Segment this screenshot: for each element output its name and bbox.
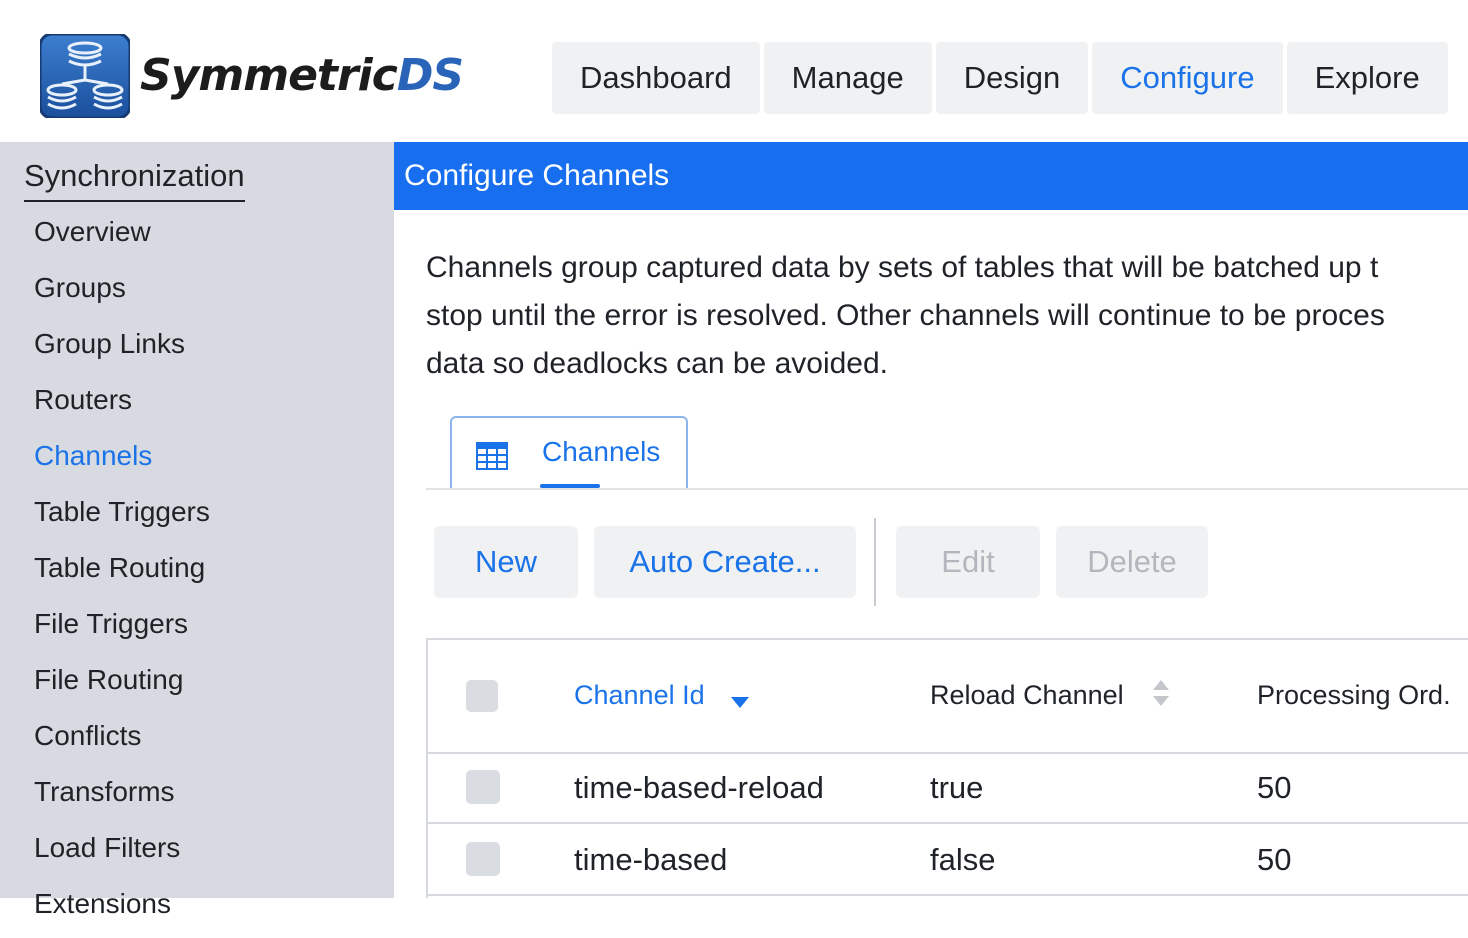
table-row[interactable]: time-based false 50	[428, 824, 1468, 896]
sidebar-item-groups[interactable]: Groups	[34, 266, 210, 322]
tab-configure[interactable]: Configure	[1092, 42, 1283, 114]
sidebar-item-file-triggers[interactable]: File Triggers	[34, 602, 210, 658]
row-checkbox[interactable]	[466, 770, 500, 804]
sidebar-section-title: Synchronization	[24, 156, 245, 202]
new-button[interactable]: New	[434, 526, 578, 598]
tab-explore[interactable]: Explore	[1286, 42, 1448, 114]
tab-design[interactable]: Design	[935, 42, 1089, 114]
column-header-label: Processing Ord.	[1257, 680, 1451, 710]
app-header: SymmetricDS Dashboard Manage Design Conf…	[0, 0, 1468, 142]
sidebar-item-channels[interactable]: Channels	[34, 434, 210, 490]
column-header-label: Reload Channel	[930, 680, 1124, 710]
tab-dashboard[interactable]: Dashboard	[552, 42, 760, 114]
table-header: Channel Id Reload Channel Processing Ord…	[428, 640, 1468, 754]
tab-manage[interactable]: Manage	[763, 42, 932, 114]
column-header-reload-channel[interactable]: Reload Channel	[930, 680, 1124, 711]
column-header-processing-order[interactable]: Processing Ord.	[1257, 680, 1451, 711]
brand-name-part1: Symmetric	[140, 50, 398, 101]
brand-name-part2: DS	[396, 50, 464, 101]
sort-unsorted-icon	[1153, 680, 1169, 706]
select-all-checkbox[interactable]	[466, 680, 498, 712]
delete-button[interactable]: Delete	[1056, 526, 1208, 598]
toolbar-divider	[874, 518, 876, 606]
description-line: data so deadlocks can be avoided.	[426, 347, 888, 380]
sidebar-menu: Overview Groups Group Links Routers Chan…	[34, 210, 210, 938]
sidebar-item-overview[interactable]: Overview	[34, 210, 210, 266]
description-line: Channels group captured data by sets of …	[426, 251, 1379, 284]
sidebar-item-routers[interactable]: Routers	[34, 378, 210, 434]
sub-tab-bar: Channels	[426, 416, 1468, 490]
sidebar: Synchronization Overview Groups Group Li…	[0, 142, 394, 919]
channels-table: Channel Id Reload Channel Processing Ord…	[426, 638, 1468, 898]
sidebar-item-transforms[interactable]: Transforms	[34, 770, 210, 826]
auto-create-button[interactable]: Auto Create...	[594, 526, 856, 598]
sidebar-item-load-filters[interactable]: Load Filters	[34, 826, 210, 882]
column-header-label: Channel Id	[574, 680, 705, 710]
sidebar-item-table-triggers[interactable]: Table Triggers	[34, 490, 210, 546]
sort-descending-icon	[731, 697, 749, 708]
column-header-channel-id[interactable]: Channel Id	[574, 680, 705, 711]
table-row[interactable]: time-based-reload true 50	[428, 752, 1468, 824]
sidebar-item-conflicts[interactable]: Conflicts	[34, 714, 210, 770]
table-grid-icon	[476, 442, 508, 470]
top-navigation: Dashboard Manage Design Configure Explor…	[552, 42, 1448, 114]
cell-reload-channel: false	[930, 842, 996, 877]
edit-button[interactable]: Edit	[896, 526, 1040, 598]
active-tab-indicator	[540, 484, 600, 488]
main-content: Configure Channels Channels group captur…	[394, 142, 1468, 898]
sidebar-item-group-links[interactable]: Group Links	[34, 322, 210, 378]
sidebar-item-table-routing[interactable]: Table Routing	[34, 546, 210, 602]
sidebar-item-extensions[interactable]: Extensions	[34, 882, 210, 938]
tab-channels[interactable]: Channels	[450, 416, 688, 488]
page-title: Configure Channels	[394, 142, 1468, 210]
cell-channel-id: time-based-reload	[574, 770, 824, 805]
row-checkbox[interactable]	[466, 842, 500, 876]
brand-logo-text: SymmetricDS	[140, 46, 464, 106]
tab-channels-label: Channels	[542, 436, 661, 467]
page-description: Channels group captured data by sets of …	[426, 244, 1468, 388]
cell-channel-id: time-based	[574, 842, 728, 877]
database-stack-icon	[40, 34, 130, 118]
cell-processing-order: 50	[1257, 842, 1292, 877]
cell-reload-channel: true	[930, 770, 984, 805]
sidebar-item-file-routing[interactable]: File Routing	[34, 658, 210, 714]
description-line: stop until the error is resolved. Other …	[426, 299, 1385, 332]
cell-processing-order: 50	[1257, 770, 1292, 805]
